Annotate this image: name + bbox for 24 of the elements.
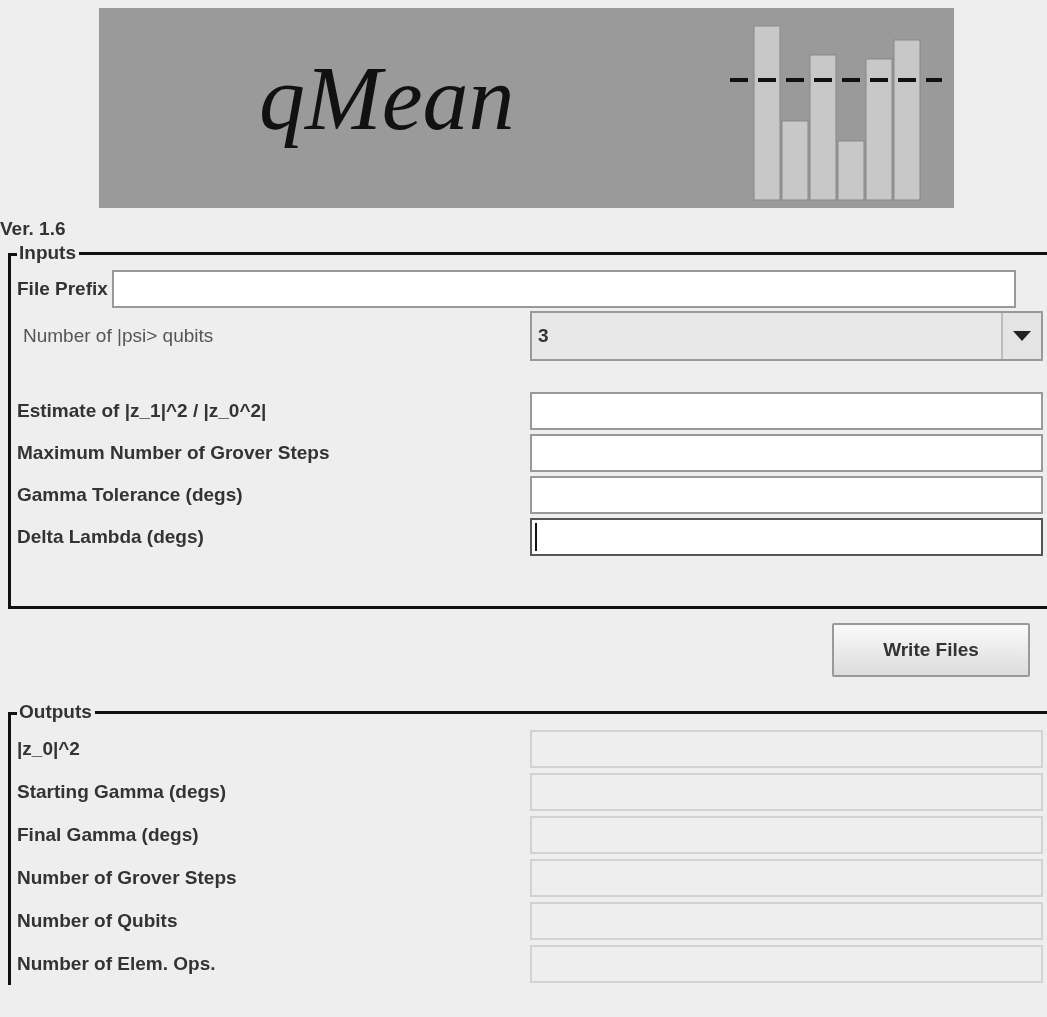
field-label: Final Gamma (degs) [17,823,199,845]
field-label: Maximum Number of Grover Steps [17,442,330,463]
write-files-button[interactable]: Write Files [832,623,1030,677]
input-field[interactable] [530,518,1043,556]
field-label: Starting Gamma (degs) [17,780,227,802]
app-logo-title: qMean [259,52,515,151]
field-label: File Prefix [17,278,108,300]
field-label: Gamma Tolerance (degs) [17,484,243,505]
field-label: Number of Elem. Ops. [17,952,216,974]
qubits-dropdown[interactable]: 3 [530,311,1043,361]
field-label: Estimate of |z_1|^2 / |z_0^2| [17,400,267,421]
field-label: Delta Lambda (degs) [17,526,204,547]
version-label: Ver. 1.6 [0,218,66,241]
dropdown-arrow-icon [1013,331,1031,341]
field-label: Number of Qubits [17,909,178,931]
input-field[interactable] [530,434,1043,472]
group-title: Outputs [18,701,93,723]
input-field[interactable] [111,270,1016,308]
group-title: Inputs [18,242,77,264]
field-label: Number of Grover Steps [17,866,237,888]
field-label: Number of |psi> qubits [22,325,215,347]
input-field[interactable] [530,476,1043,514]
input-field[interactable] [530,392,1043,430]
field-label: |z_0|^2 [17,737,80,759]
